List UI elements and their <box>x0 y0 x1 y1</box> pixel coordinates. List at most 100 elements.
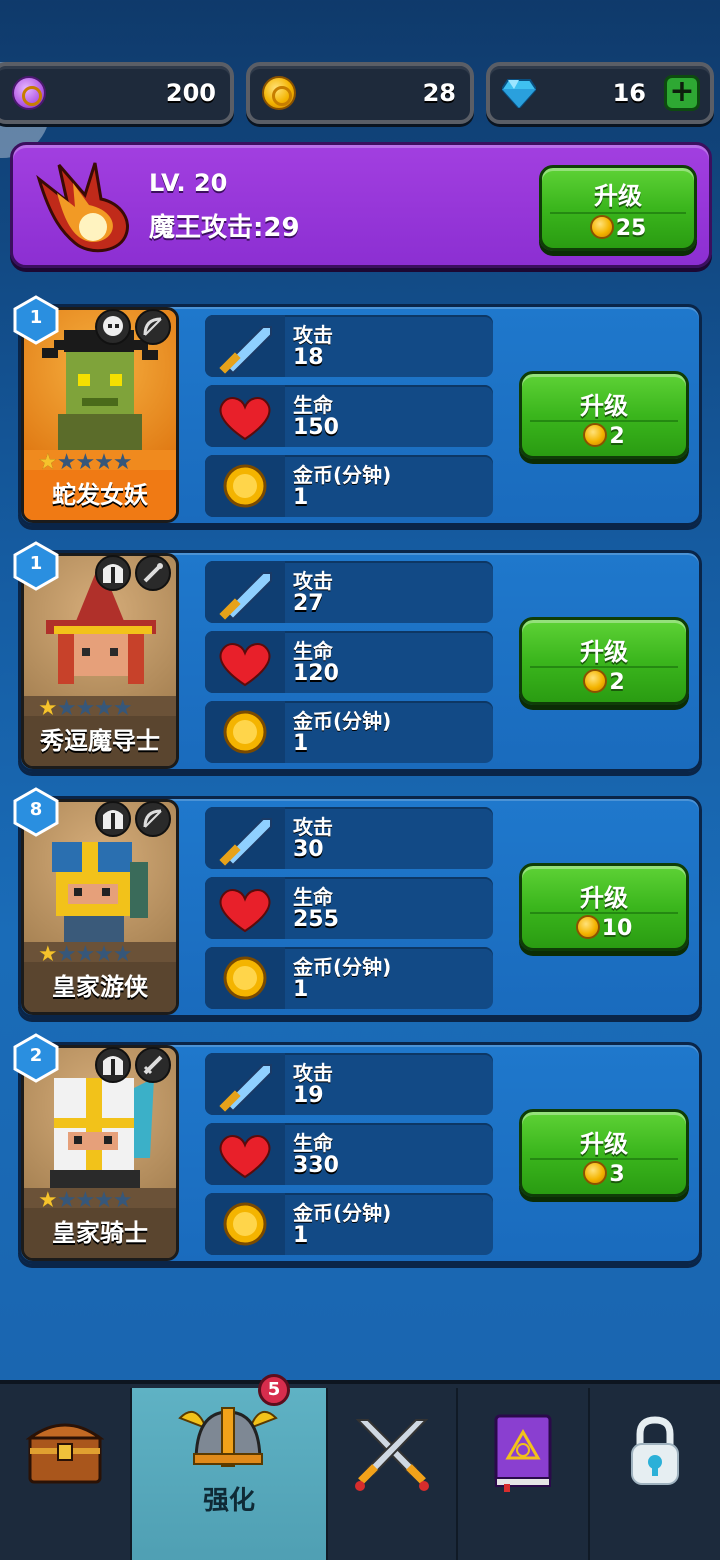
hero-level-wrap: 2 <box>13 1033 59 1083</box>
stat-hp-value: 330 <box>293 1153 339 1178</box>
hero-name: 皇家骑士 <box>24 1208 176 1258</box>
coin-icon <box>583 669 608 693</box>
heart-icon <box>205 385 285 447</box>
stat-gold: 金币(分钟) 1 <box>205 1193 493 1255</box>
hero-row-medusa: ★★★★★ 蛇发女妖 1 攻击 18 生命 150 金币(分钟) 1 升级 2 <box>13 295 702 526</box>
boss-level: LV. 20 <box>149 169 228 197</box>
hero-upgrade-button[interactable]: 升级 3 <box>519 1109 689 1197</box>
stat-hp-label: 生命 <box>293 393 333 417</box>
hero-upgrade-button[interactable]: 升级 2 <box>519 371 689 459</box>
hero-level-number: 1 <box>29 307 43 328</box>
button-divider <box>530 912 678 914</box>
knight-helmet-icon <box>95 801 131 837</box>
gold-currency-value: 28 <box>422 79 456 107</box>
nav-tab-spellbook[interactable] <box>458 1388 588 1560</box>
boss-attack: 魔王攻击:29 <box>149 213 300 243</box>
stat-hp-value: 150 <box>293 415 339 440</box>
bow-icon <box>135 309 171 345</box>
coin-icon <box>589 215 614 239</box>
nav-tab-upgrade[interactable]: 5 强化 <box>132 1374 326 1560</box>
stat-gold-value: 1 <box>293 977 309 1002</box>
stat-attack-value: 30 <box>293 837 324 862</box>
hero-upgrade-cost: 10 <box>601 916 633 941</box>
stat-gold-label: 金币(分钟) <box>293 955 392 979</box>
nav-tab-locked[interactable] <box>590 1388 720 1560</box>
viking-helmet-icon <box>178 1407 278 1467</box>
hero-upgrade-cost-wrap: 2 <box>522 669 686 695</box>
sword-icon <box>205 561 285 623</box>
stat-attack-label: 攻击 <box>293 323 333 347</box>
knight-helmet-icon <box>95 1047 131 1083</box>
stat-gold-label: 金币(分钟) <box>293 709 392 733</box>
stat-attack: 攻击 30 <box>205 807 493 869</box>
gold-coin-icon <box>205 1193 285 1255</box>
wand-icon <box>135 555 171 591</box>
coin-icon <box>583 423 608 447</box>
stat-gold-value: 1 <box>293 731 309 756</box>
stat-gold-value: 1 <box>293 1223 309 1248</box>
stat-gold: 金币(分钟) 1 <box>205 455 493 517</box>
gold-currency-display: 28 <box>246 62 474 124</box>
stat-hp: 生命 120 <box>205 631 493 693</box>
treasure-chest-icon <box>26 1423 104 1484</box>
button-divider <box>550 212 686 214</box>
sword-icon <box>205 1053 285 1115</box>
boss-upgrade-panel: LV. 20 魔王攻击:29 升级 25 <box>10 142 712 268</box>
stat-gold: 金币(分钟) 1 <box>205 701 493 763</box>
hero-name: 皇家游侠 <box>24 962 176 1012</box>
hero-upgrade-cost-wrap: 2 <box>522 423 686 449</box>
hero-row-royal-ranger: ★★★★★ 皇家游侠 8 攻击 30 生命 255 金币(分钟) 1 升级 10 <box>13 787 702 1018</box>
purple-orb-icon <box>12 76 46 110</box>
nav-upgrade-badge: 5 <box>258 1374 290 1406</box>
gold-coin-icon <box>205 701 285 763</box>
purple-currency-value: 200 <box>165 79 216 107</box>
hero-upgrade-cost-wrap: 10 <box>522 915 686 941</box>
boss-upgrade-button[interactable]: 升级 25 <box>539 165 697 251</box>
stat-attack-value: 19 <box>293 1083 324 1108</box>
stat-hp: 生命 150 <box>205 385 493 447</box>
nav-tab-battle[interactable] <box>328 1388 456 1560</box>
stat-hp-value: 255 <box>293 907 339 932</box>
hero-upgrade-label: 升级 <box>580 638 628 666</box>
button-divider <box>530 1158 678 1160</box>
stat-attack-value: 27 <box>293 591 324 616</box>
stat-gold-value: 1 <box>293 485 309 510</box>
hero-row-sorceress: ★★★★★ 秀逗魔导士 1 攻击 27 生命 120 金币(分钟) 1 升级 2 <box>13 541 702 772</box>
coin-icon <box>583 1161 608 1185</box>
hero-upgrade-label: 升级 <box>580 1130 628 1158</box>
stat-hp-label: 生命 <box>293 885 333 909</box>
hero-row-royal-knight: ★★★★★ 皇家骑士 2 攻击 19 生命 330 金币(分钟) 1 升级 3 <box>13 1033 702 1264</box>
hero-upgrade-cost: 2 <box>609 424 625 449</box>
boss-upgrade-cost-wrap: 25 <box>542 215 694 241</box>
stat-hp: 生命 255 <box>205 877 493 939</box>
nav-tab-chest[interactable] <box>0 1388 130 1560</box>
hero-name: 蛇发女妖 <box>24 470 176 520</box>
sword-class-icon <box>135 1047 171 1083</box>
knight-helmet-icon <box>95 555 131 591</box>
stat-gold: 金币(分钟) 1 <box>205 947 493 1009</box>
boss-upgrade-cost: 25 <box>615 216 647 241</box>
hero-upgrade-button[interactable]: 升级 10 <box>519 863 689 951</box>
stat-attack-value: 18 <box>293 345 324 370</box>
sword-icon <box>205 807 285 869</box>
hero-level-number: 2 <box>29 1045 43 1066</box>
nav-upgrade-label: 强化 <box>202 1486 255 1516</box>
heart-icon <box>205 631 285 693</box>
hero-upgrade-button[interactable]: 升级 2 <box>519 617 689 705</box>
stat-attack: 攻击 19 <box>205 1053 493 1115</box>
hero-level-wrap: 1 <box>13 541 59 591</box>
hero-upgrade-cost: 2 <box>609 670 625 695</box>
hero-level-number: 1 <box>29 553 43 574</box>
button-divider <box>530 666 678 668</box>
hero-upgrade-cost-wrap: 3 <box>522 1161 686 1187</box>
lock-icon <box>631 1416 679 1485</box>
stat-hp: 生命 330 <box>205 1123 493 1185</box>
diamond-gem-icon <box>502 79 536 108</box>
button-divider <box>530 420 678 422</box>
stat-attack: 攻击 18 <box>205 315 493 377</box>
gold-coin-icon <box>205 947 285 1009</box>
stat-attack: 攻击 27 <box>205 561 493 623</box>
add-gems-button[interactable]: + <box>664 75 700 111</box>
coin-icon <box>575 915 600 939</box>
stat-attack-label: 攻击 <box>293 1061 333 1085</box>
